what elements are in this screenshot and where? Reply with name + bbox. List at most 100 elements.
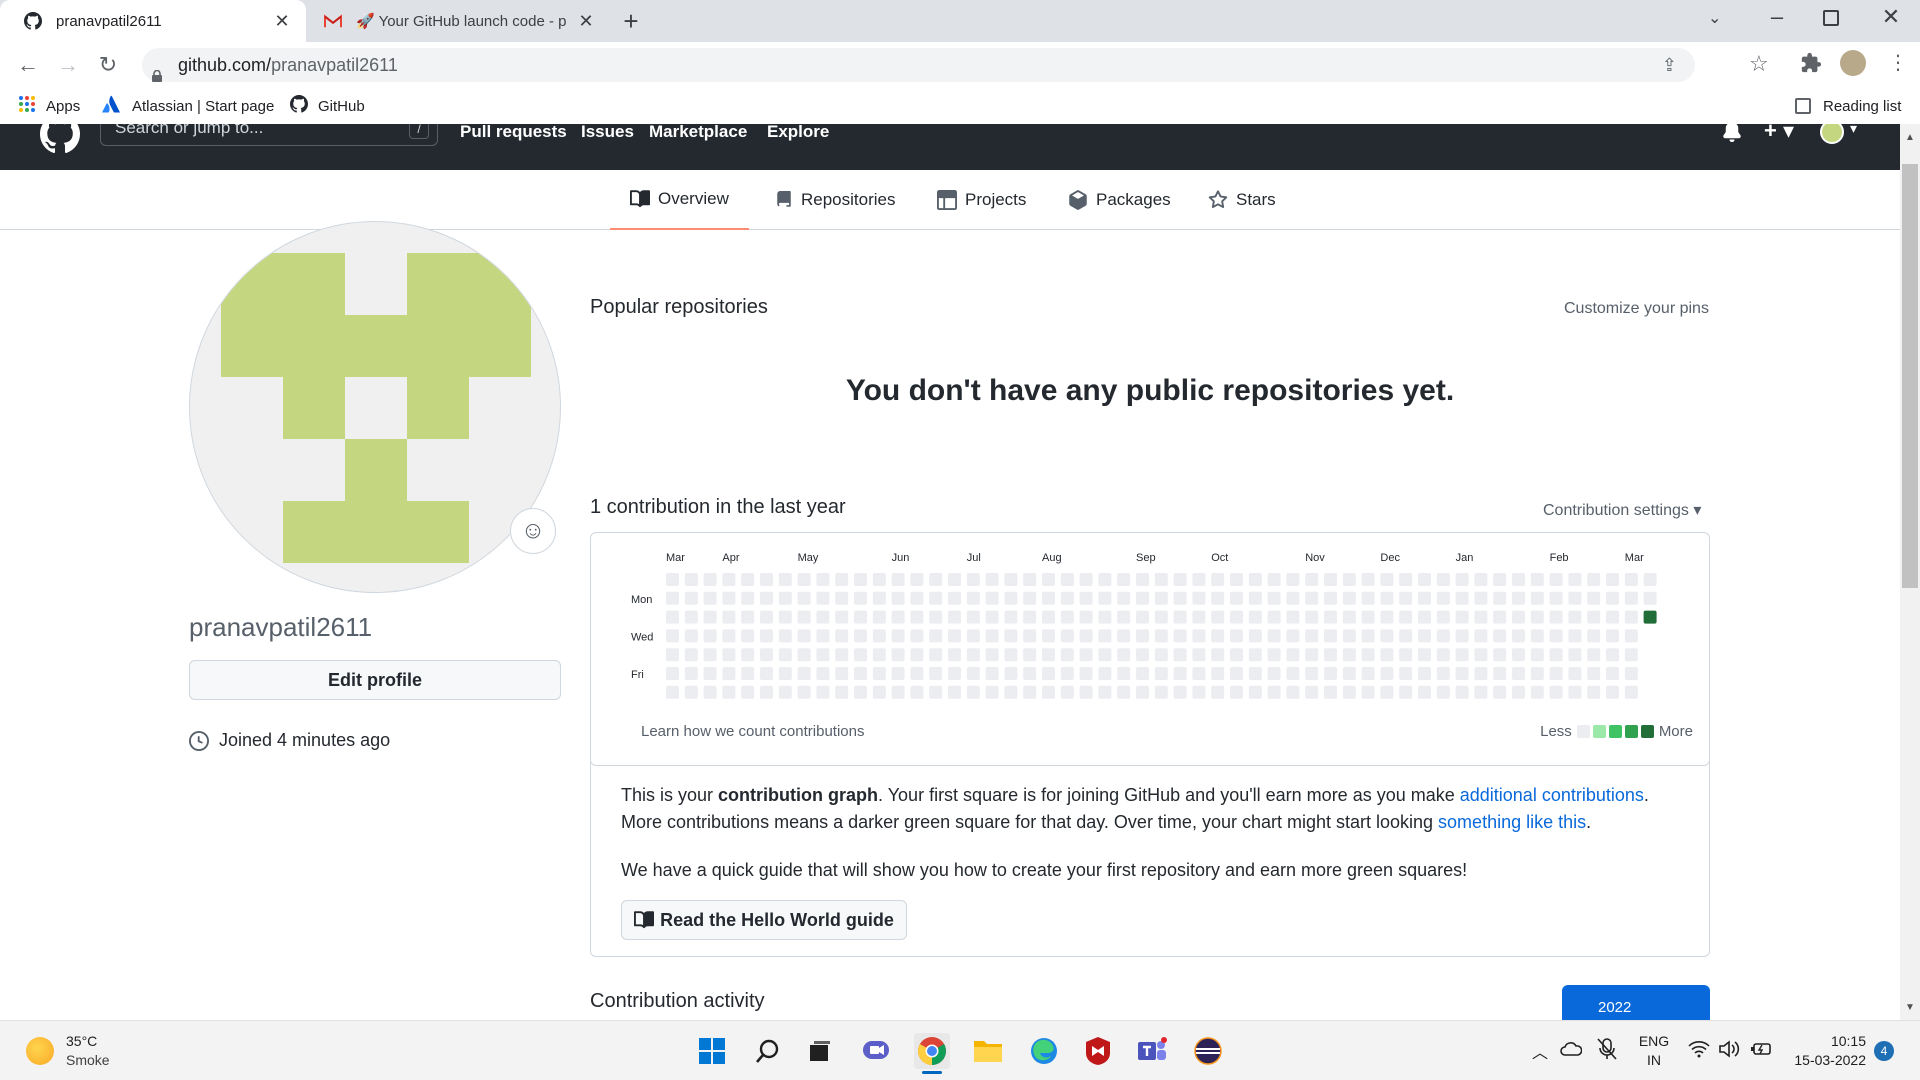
contribution-day[interactable]: [741, 648, 755, 662]
microphone-muted-icon[interactable]: [1596, 1037, 1618, 1061]
contribution-day[interactable]: [910, 573, 924, 586]
contribution-day[interactable]: [1474, 648, 1488, 662]
contribution-day[interactable]: [929, 573, 943, 586]
contribution-day[interactable]: [797, 685, 811, 699]
contribution-day[interactable]: [1568, 610, 1582, 624]
contribution-day[interactable]: [741, 629, 755, 643]
contribution-day[interactable]: [816, 591, 830, 605]
contribution-day[interactable]: [1493, 648, 1507, 662]
contribution-day[interactable]: [1098, 573, 1112, 586]
contribution-day[interactable]: [1098, 591, 1112, 605]
contribution-day[interactable]: [1192, 573, 1206, 586]
contribution-day[interactable]: [684, 591, 698, 605]
close-tab-icon[interactable]: ✕: [576, 11, 596, 31]
contribution-day[interactable]: [1530, 667, 1544, 680]
contribution-day[interactable]: [1286, 667, 1300, 680]
contribution-day[interactable]: [1549, 629, 1563, 643]
bookmark-apps[interactable]: Apps: [18, 94, 80, 118]
contribution-day[interactable]: [891, 610, 905, 624]
close-tab-icon[interactable]: ✕: [272, 11, 292, 31]
contribution-day[interactable]: [1436, 648, 1450, 662]
github-logo-icon[interactable]: [40, 124, 80, 154]
contribution-day[interactable]: [891, 685, 905, 699]
back-icon[interactable]: ←: [14, 52, 42, 80]
contribution-day[interactable]: [1154, 685, 1168, 699]
bookmark-github[interactable]: GitHub: [290, 94, 365, 118]
contribution-day[interactable]: [1098, 667, 1112, 680]
contribution-day[interactable]: [1248, 573, 1262, 586]
contribution-day[interactable]: [872, 648, 886, 662]
contribution-day[interactable]: [1399, 573, 1413, 586]
contribution-day[interactable]: [1042, 685, 1055, 699]
contribution-day[interactable]: [1549, 667, 1563, 680]
contribution-day[interactable]: [760, 610, 773, 624]
contribution-day[interactable]: [1230, 591, 1243, 605]
contribution-day[interactable]: [1380, 685, 1394, 699]
contribution-day[interactable]: [1361, 648, 1375, 662]
contribution-day[interactable]: [1173, 610, 1187, 624]
contribution-day[interactable]: [985, 667, 999, 680]
contribution-day[interactable]: [1267, 648, 1281, 662]
contribution-day[interactable]: [1455, 685, 1469, 699]
contribution-day[interactable]: [1587, 685, 1601, 699]
contribution-day[interactable]: [1530, 685, 1544, 699]
contribution-day[interactable]: [1023, 591, 1037, 605]
search-icon[interactable]: [750, 1033, 786, 1069]
contribution-day[interactable]: [1549, 648, 1563, 662]
contribution-day[interactable]: [1004, 685, 1018, 699]
contribution-day[interactable]: [1136, 573, 1149, 586]
contribution-day[interactable]: [1324, 685, 1337, 699]
profile-avatar-icon[interactable]: [1840, 50, 1866, 76]
contribution-day[interactable]: [891, 648, 905, 662]
contribution-day[interactable]: [966, 648, 980, 662]
contribution-day[interactable]: [684, 610, 698, 624]
contribution-day[interactable]: [985, 591, 999, 605]
contribution-day[interactable]: [1230, 685, 1243, 699]
contribution-day[interactable]: [966, 685, 980, 699]
contribution-day[interactable]: [872, 610, 886, 624]
contribution-day[interactable]: [1154, 629, 1168, 643]
contribution-day[interactable]: [1023, 573, 1037, 586]
contribution-day[interactable]: [797, 610, 811, 624]
contribution-day[interactable]: [666, 629, 679, 643]
battery-icon[interactable]: [1750, 1039, 1772, 1059]
contribution-day[interactable]: [985, 629, 999, 643]
contribution-day[interactable]: [760, 648, 773, 662]
contribution-day[interactable]: [929, 629, 943, 643]
contribution-day[interactable]: [1568, 573, 1582, 586]
new-tab-icon[interactable]: +: [616, 6, 646, 36]
contribution-day[interactable]: [1154, 610, 1168, 624]
contribution-day[interactable]: [1023, 629, 1037, 643]
tab-gmail[interactable]: 🚀 Your GitHub launch code - pa ✕: [310, 0, 606, 42]
contribution-day[interactable]: [1606, 573, 1619, 586]
contribution-day[interactable]: [1211, 610, 1225, 624]
contribution-day[interactable]: [1342, 685, 1356, 699]
contribution-day[interactable]: [1079, 573, 1093, 586]
contribution-day[interactable]: [891, 573, 905, 586]
contribution-day[interactable]: [929, 610, 943, 624]
contribution-day[interactable]: [1267, 667, 1281, 680]
url-bar[interactable]: github.com/pranavpatil2611 ⇪: [142, 48, 1695, 82]
contribution-day[interactable]: [1098, 685, 1112, 699]
contribution-day[interactable]: [1211, 667, 1225, 680]
contribution-day[interactable]: [1380, 591, 1394, 605]
set-status-smiley-icon[interactable]: ☺: [510, 508, 556, 554]
contribution-day[interactable]: [1568, 648, 1582, 662]
contribution-day[interactable]: [778, 629, 792, 643]
contribution-day[interactable]: [854, 629, 867, 643]
contribution-day[interactable]: [1324, 591, 1337, 605]
contribution-day[interactable]: [1004, 667, 1018, 680]
scroll-up-arrow-icon[interactable]: ▲: [1905, 132, 1915, 143]
contribution-day[interactable]: [1418, 667, 1431, 680]
contribution-day[interactable]: [910, 648, 924, 662]
contribution-day[interactable]: [835, 648, 849, 662]
contribution-day[interactable]: [1211, 648, 1225, 662]
contribution-day[interactable]: [1117, 591, 1131, 605]
contribution-day[interactable]: [1079, 648, 1093, 662]
contribution-day[interactable]: [835, 629, 849, 643]
contribution-day[interactable]: [872, 573, 886, 586]
contribution-day[interactable]: [1530, 573, 1544, 586]
contribution-day[interactable]: [1380, 667, 1394, 680]
contribution-day[interactable]: [891, 667, 905, 680]
scroll-down-arrow-icon[interactable]: ▼: [1905, 1002, 1915, 1013]
